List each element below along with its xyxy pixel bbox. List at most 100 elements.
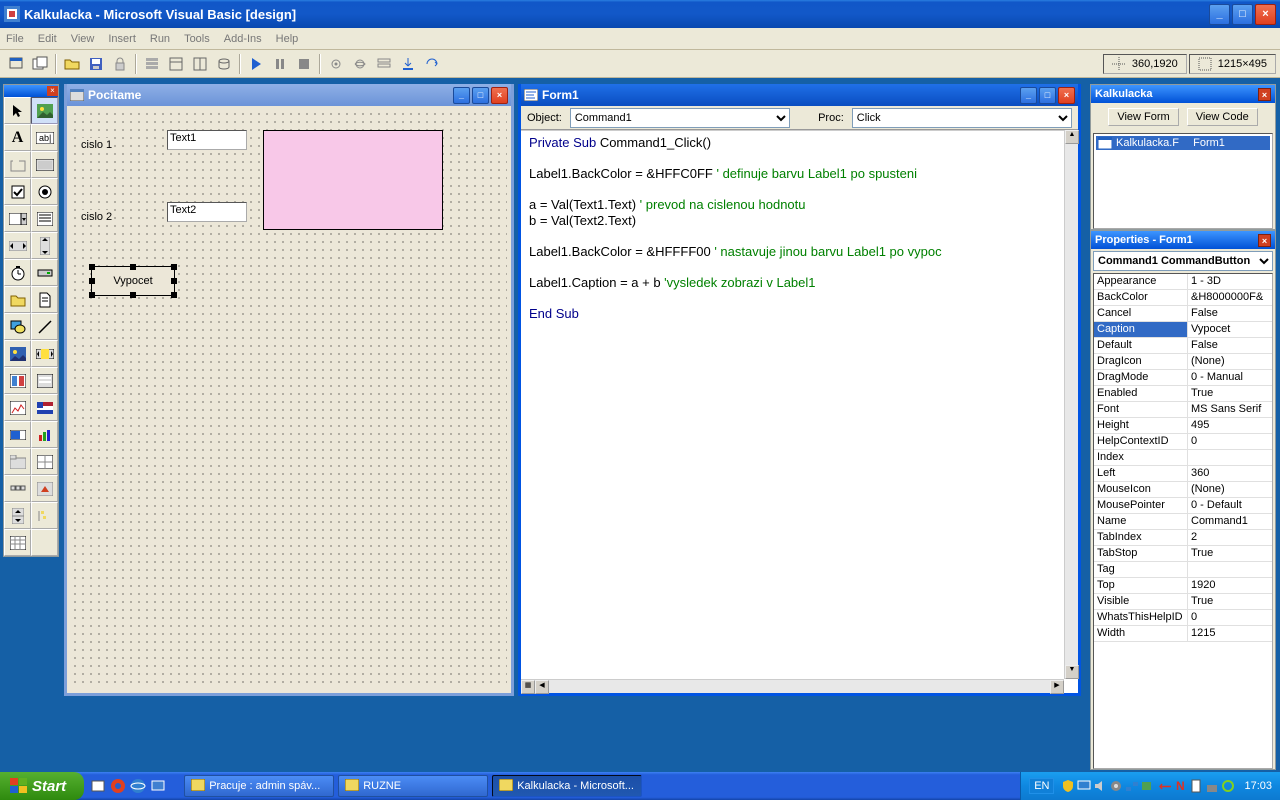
anibutton-tool[interactable] bbox=[31, 475, 58, 502]
tray-n-icon[interactable]: N bbox=[1173, 779, 1187, 793]
hscrollbar-tool[interactable] bbox=[4, 232, 31, 259]
object-selector[interactable]: Command1 bbox=[570, 108, 790, 128]
property-row[interactable]: Left360 bbox=[1094, 466, 1272, 482]
watch-icon[interactable] bbox=[349, 53, 371, 75]
menu-editor-icon[interactable] bbox=[141, 53, 163, 75]
tray-doc-icon[interactable] bbox=[1189, 779, 1203, 793]
combobox-tool[interactable] bbox=[4, 205, 31, 232]
proc-selector[interactable]: Click bbox=[852, 108, 1072, 128]
form-maximize-button[interactable]: □ bbox=[472, 87, 489, 104]
property-row[interactable]: CaptionVypocet bbox=[1094, 322, 1272, 338]
crystal-tool[interactable] bbox=[31, 529, 58, 556]
frame-tool[interactable] bbox=[4, 151, 31, 178]
form-designer-window[interactable]: Pocitame _ □ × cislo 1 cislo 2 Text1 Tex… bbox=[64, 84, 514, 696]
tray-power-icon[interactable] bbox=[1221, 779, 1235, 793]
close-button[interactable]: × bbox=[1255, 4, 1276, 25]
taskbar-item[interactable]: Kalkulacka - Microsoft... bbox=[492, 775, 642, 797]
property-row[interactable]: TabStopTrue bbox=[1094, 546, 1272, 562]
pointer-tool[interactable] bbox=[4, 97, 31, 124]
image-tool[interactable] bbox=[4, 340, 31, 367]
textbox-tool[interactable]: ab| bbox=[31, 124, 58, 151]
menu-run[interactable]: Run bbox=[150, 33, 170, 45]
language-indicator[interactable]: EN bbox=[1029, 778, 1054, 794]
shape-tool[interactable] bbox=[4, 313, 31, 340]
ole-tool[interactable] bbox=[4, 367, 31, 394]
property-row[interactable]: Width1215 bbox=[1094, 626, 1272, 642]
pause-icon[interactable] bbox=[269, 53, 291, 75]
breakpoint-icon[interactable] bbox=[325, 53, 347, 75]
start-button[interactable]: Start bbox=[0, 772, 84, 800]
maximize-button[interactable]: □ bbox=[1232, 4, 1253, 25]
lock-icon[interactable] bbox=[109, 53, 131, 75]
property-row[interactable]: DragMode0 - Manual bbox=[1094, 370, 1272, 386]
property-row[interactable]: NameCommand1 bbox=[1094, 514, 1272, 530]
tray-exit-icon[interactable]: ⟵ bbox=[1157, 779, 1171, 793]
step-into-icon[interactable] bbox=[397, 53, 419, 75]
spin-tool[interactable] bbox=[4, 502, 31, 529]
menu-edit[interactable]: Edit bbox=[38, 33, 57, 45]
menu-addins[interactable]: Add-Ins bbox=[224, 33, 262, 45]
property-row[interactable]: Tag bbox=[1094, 562, 1272, 578]
property-row[interactable]: HelpContextID0 bbox=[1094, 434, 1272, 450]
form-minimize-button[interactable]: _ bbox=[453, 87, 470, 104]
tray-video-icon[interactable] bbox=[1141, 779, 1155, 793]
tray-monitor-icon[interactable] bbox=[1077, 779, 1091, 793]
line-tool[interactable] bbox=[31, 313, 58, 340]
project-panel-close-icon[interactable]: × bbox=[1258, 88, 1271, 101]
shape-label1[interactable] bbox=[263, 130, 443, 230]
checkbox-tool[interactable] bbox=[4, 178, 31, 205]
key-tool[interactable] bbox=[4, 475, 31, 502]
grid-tool[interactable] bbox=[4, 529, 31, 556]
ql-desktop-icon[interactable] bbox=[150, 778, 166, 794]
textbox-text1[interactable]: Text1 bbox=[167, 130, 247, 150]
code-editor[interactable]: Private Sub Command1_Click() Label1.Back… bbox=[521, 130, 1064, 679]
label-cislo1[interactable]: cislo 1 bbox=[79, 138, 114, 152]
property-row[interactable]: Top1920 bbox=[1094, 578, 1272, 594]
timer-tool[interactable] bbox=[4, 259, 31, 286]
tray-net-icon[interactable] bbox=[1125, 779, 1139, 793]
property-row[interactable]: WhatsThisHelpID0 bbox=[1094, 610, 1272, 626]
chart3d-tool[interactable] bbox=[31, 421, 58, 448]
ql-icon[interactable] bbox=[90, 778, 106, 794]
property-row[interactable]: MousePointer0 - Default bbox=[1094, 498, 1272, 514]
menu-tools[interactable]: Tools bbox=[184, 33, 210, 45]
properties-object-selector[interactable]: Command1 CommandButton bbox=[1093, 251, 1273, 271]
tray-speaker-icon[interactable] bbox=[1093, 779, 1107, 793]
properties-grid[interactable]: Appearance1 - 3DBackColor&H8000000F&Canc… bbox=[1093, 273, 1273, 769]
scroll-right-icon[interactable]: ▶ bbox=[1050, 680, 1064, 694]
clock[interactable]: 17:03 bbox=[1244, 780, 1272, 792]
view-code-button[interactable]: View Code bbox=[1187, 108, 1258, 126]
calls-icon[interactable] bbox=[373, 53, 395, 75]
property-row[interactable]: Height495 bbox=[1094, 418, 1272, 434]
label-cislo2[interactable]: cislo 2 bbox=[79, 210, 114, 224]
outline-tool[interactable] bbox=[31, 502, 58, 529]
commondialog-tool[interactable] bbox=[31, 367, 58, 394]
picturebox-tool[interactable] bbox=[31, 97, 58, 124]
textbox-text2[interactable]: Text2 bbox=[167, 202, 247, 222]
properties-panel-close-icon[interactable]: × bbox=[1258, 234, 1271, 247]
data-tool[interactable] bbox=[31, 340, 58, 367]
commandbutton-tool[interactable] bbox=[31, 151, 58, 178]
property-row[interactable]: BackColor&H8000000F& bbox=[1094, 290, 1272, 306]
code-window[interactable]: Form1 _ □ × Object: Command1 Proc: Click… bbox=[518, 84, 1081, 696]
property-row[interactable]: DragIcon(None) bbox=[1094, 354, 1272, 370]
grid3d-tool[interactable] bbox=[31, 448, 58, 475]
new-form-icon[interactable] bbox=[5, 53, 27, 75]
toolbox-close-icon[interactable]: × bbox=[47, 86, 58, 96]
add-module-icon[interactable] bbox=[29, 53, 51, 75]
vscrollbar-tool[interactable] bbox=[31, 232, 58, 259]
property-row[interactable]: Index bbox=[1094, 450, 1272, 466]
graph-tool[interactable] bbox=[4, 394, 31, 421]
commandbutton-vypocet[interactable]: Vypocet bbox=[91, 266, 175, 296]
property-row[interactable]: CancelFalse bbox=[1094, 306, 1272, 322]
code-close-button[interactable]: × bbox=[1058, 87, 1075, 104]
project-tree[interactable]: Kalkulacka.F Form1 bbox=[1093, 133, 1273, 229]
property-row[interactable]: EnabledTrue bbox=[1094, 386, 1272, 402]
taskbar-item[interactable]: RUZNE bbox=[338, 775, 488, 797]
save-icon[interactable] bbox=[85, 53, 107, 75]
horizontal-scrollbar[interactable]: ▦ ◀ ▶ bbox=[521, 679, 1064, 693]
property-row[interactable]: TabIndex2 bbox=[1094, 530, 1272, 546]
property-row[interactable]: VisibleTrue bbox=[1094, 594, 1272, 610]
minimize-button[interactable]: _ bbox=[1209, 4, 1230, 25]
view-form-button[interactable]: View Form bbox=[1108, 108, 1178, 126]
